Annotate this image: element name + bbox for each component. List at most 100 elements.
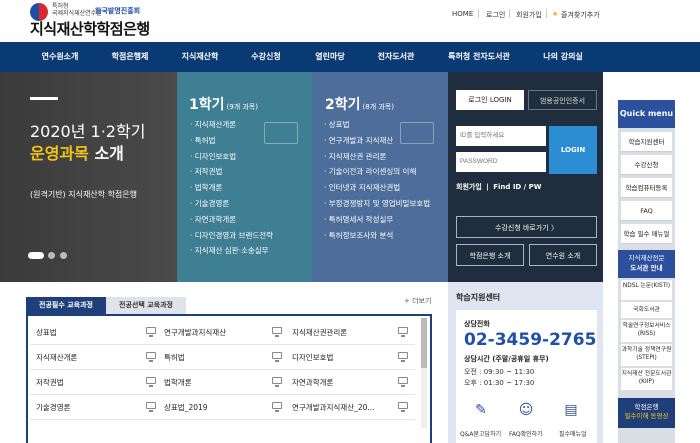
course-link[interactable]: 자연과학개론 bbox=[292, 377, 333, 388]
credit-bank-intro-button[interactable]: 학점은행 소개 bbox=[456, 244, 524, 266]
quick-item-enrollment[interactable]: 수강신청 bbox=[621, 155, 672, 175]
semester2-course-list: · 상표법 · 연구개발과 지식재산 · 지식재산권 관리론 · 기술이전과 라… bbox=[324, 117, 430, 243]
list-item: · 인터넷과 지식재산권법 bbox=[324, 183, 401, 193]
manual-book-icon[interactable]: ▤ bbox=[560, 402, 582, 424]
banner-line2: 필수이해 동영상 bbox=[624, 412, 669, 420]
tab-certificate[interactable]: 범용공인인증서 bbox=[528, 90, 597, 110]
nav-item-e-library[interactable]: 전자도서관 bbox=[364, 42, 428, 72]
list-item: · 특허법 bbox=[190, 135, 216, 145]
qna-icon[interactable]: ✎ bbox=[470, 402, 492, 424]
monitor-icon[interactable] bbox=[272, 377, 282, 387]
divider bbox=[546, 9, 547, 18]
slide-dot-2[interactable] bbox=[48, 252, 55, 259]
library-link-kiip[interactable]: 지식재산 전문도서관(KIIP) bbox=[621, 368, 672, 390]
nav-item-about[interactable]: 연수원소개 bbox=[28, 42, 92, 72]
account-links: 회원가입 | Find ID / PW bbox=[456, 182, 542, 192]
quick-item-faq[interactable]: FAQ bbox=[621, 201, 672, 221]
nav-item-credit-bank[interactable]: 학점은행제 bbox=[98, 42, 162, 72]
site-title[interactable]: 지식재산학학점은행 bbox=[30, 18, 150, 39]
find-account-link[interactable]: Find ID / PW bbox=[493, 183, 541, 191]
manual-link[interactable]: 필수매뉴얼 bbox=[559, 429, 587, 438]
monitor-icon[interactable] bbox=[272, 327, 282, 337]
course-link[interactable]: 디자인보호법 bbox=[292, 352, 333, 363]
monitor-icon[interactable] bbox=[398, 352, 408, 362]
partner-logo[interactable]: 한국발명진흥회 bbox=[95, 6, 140, 16]
more-link[interactable]: + 더보기 bbox=[404, 296, 431, 306]
monitor-icon[interactable] bbox=[146, 327, 156, 337]
course-link[interactable]: 연구개발과지식재산_20... bbox=[292, 402, 375, 413]
list-item: · 기술경영론 bbox=[190, 198, 230, 208]
nav-item-enrollment[interactable]: 수강신청 bbox=[236, 42, 296, 72]
nav-item-kipo-library[interactable]: 특허청 전자도서관 bbox=[436, 42, 522, 72]
support-title: 학습지원센터 bbox=[456, 293, 501, 302]
course-link[interactable]: 저작권법 bbox=[36, 377, 64, 388]
banner-subtitle: (원격기반) 지식재산학 학점은행 bbox=[30, 190, 138, 199]
course-link[interactable]: 연구개발과지식재산 bbox=[164, 327, 226, 338]
phone-label: 상담전화 bbox=[464, 320, 490, 328]
home-link[interactable]: HOME bbox=[452, 10, 473, 18]
library-section-title: 지식재산전문 도서관 안내 bbox=[618, 250, 675, 278]
hours-am: 오전 : 09:30 ~ 11:30 bbox=[464, 368, 535, 376]
nav-item-my-classroom[interactable]: 나의 강의실 bbox=[530, 42, 596, 72]
list-item: · 자연과학개론 bbox=[190, 214, 237, 224]
quick-item-support-center[interactable]: 학습지원센터 bbox=[621, 132, 672, 152]
faq-person-icon[interactable]: ☺ bbox=[515, 402, 537, 424]
quick-item-manual[interactable]: 학습 필수 매뉴얼 bbox=[621, 224, 672, 244]
course-link[interactable]: 법학개론 bbox=[164, 377, 192, 388]
nav-item-open-forum[interactable]: 열린마당 bbox=[300, 42, 360, 72]
semester1-label: 학기 bbox=[198, 97, 225, 113]
course-link[interactable]: 기술경영론 bbox=[36, 402, 71, 413]
bookmark-link[interactable]: 즐겨찾기추가 bbox=[561, 10, 600, 20]
login-link[interactable]: 로그인 bbox=[486, 10, 505, 20]
course-link[interactable]: 상표법 bbox=[36, 327, 57, 338]
slide-dot-1[interactable] bbox=[28, 252, 44, 259]
semester2-count: (8개 과목) bbox=[362, 103, 394, 111]
nav-item-ip-studies[interactable]: 지식재산학 bbox=[168, 42, 232, 72]
semester1-num: 1 bbox=[189, 97, 199, 113]
list-item: · 지식재산개론 bbox=[190, 120, 237, 129]
support-phone: 02-3459-2765 bbox=[464, 330, 597, 350]
login-button[interactable]: LOGIN bbox=[549, 126, 597, 174]
signup-link[interactable]: 회원가입 bbox=[456, 183, 482, 191]
semester2-title: 2학기 (8개 과목) bbox=[325, 94, 394, 114]
monitor-icon[interactable] bbox=[146, 352, 156, 362]
slide-dot-3[interactable] bbox=[60, 252, 67, 259]
scrollbar-thumb[interactable] bbox=[421, 318, 427, 368]
faq-link[interactable]: FAQ확인하기 bbox=[509, 429, 543, 438]
list-item: · 저작권법 bbox=[190, 167, 223, 177]
course-link[interactable]: 특허법 bbox=[164, 352, 185, 363]
monitor-icon[interactable] bbox=[272, 402, 282, 412]
library-link-assembly[interactable]: 국회도서관 bbox=[621, 302, 672, 318]
course-list-box bbox=[26, 314, 432, 443]
manual-video-banner[interactable]: 학점은행 필수이해 동영상 bbox=[618, 398, 675, 428]
quick-item-pc-register[interactable]: 학습컴퓨터등록 bbox=[621, 178, 672, 198]
tab-elective-courses[interactable]: 전공선택 교육과정 bbox=[106, 297, 186, 314]
course-link[interactable]: 지식재산개론 bbox=[36, 352, 77, 363]
password-input[interactable] bbox=[456, 152, 546, 172]
list-item: · 상표법 bbox=[324, 120, 350, 129]
course-link[interactable]: 지식재산권관리론 bbox=[292, 327, 347, 338]
library-link-riss[interactable]: 학술연구정보서비스(RISS) bbox=[621, 320, 672, 342]
monitor-icon[interactable] bbox=[146, 402, 156, 412]
divider bbox=[478, 9, 479, 18]
institute-intro-button[interactable]: 연수원 소개 bbox=[529, 244, 597, 266]
divider: | bbox=[486, 183, 489, 191]
monitor-icon[interactable] bbox=[398, 327, 408, 337]
monitor-icon[interactable] bbox=[398, 377, 408, 387]
tab-required-courses[interactable]: 전공필수 교육과정 bbox=[26, 297, 106, 314]
header: 특허청 국제지식재산연수원 한국발명진흥회 지식재산학학점은행 HOME 로그인… bbox=[0, 0, 700, 42]
course-link[interactable]: 상표법_2019 bbox=[164, 402, 208, 413]
tab-login[interactable]: 로그인 LOGIN bbox=[456, 90, 524, 110]
library-link-ndsl[interactable]: NDSL 논문(KISTI) bbox=[621, 280, 672, 300]
monitor-icon[interactable] bbox=[272, 352, 282, 362]
semester2-num: 2 bbox=[325, 97, 335, 113]
library-link-stepi[interactable]: 과학기술 정책연구원(STEPI) bbox=[621, 344, 672, 366]
id-input[interactable] bbox=[456, 126, 546, 146]
signup-link[interactable]: 회원가입 bbox=[516, 10, 542, 20]
monitor-icon[interactable] bbox=[398, 402, 408, 412]
monitor-icon[interactable] bbox=[146, 377, 156, 387]
list-item: · 지식재산 심판·소송실무 bbox=[190, 246, 269, 256]
apply-shortcut-button[interactable]: 수강신청 바로가기 〉 bbox=[456, 216, 597, 238]
list-item: · 연구개발과 지식재산 bbox=[324, 135, 394, 145]
qna-link[interactable]: Q&A묻고답하기 bbox=[460, 429, 501, 438]
